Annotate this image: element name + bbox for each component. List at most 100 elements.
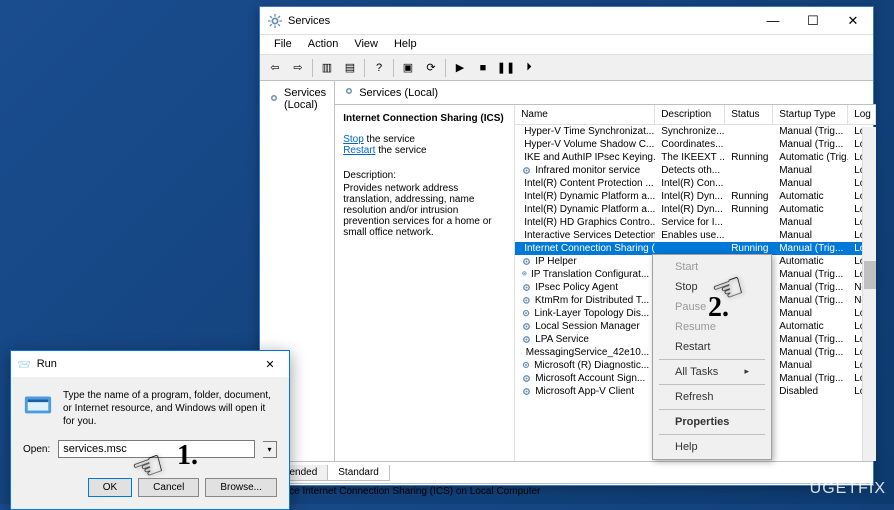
col-desc[interactable]: Description [655,105,725,124]
gear-icon [521,165,532,176]
minimize-button[interactable]: — [753,8,793,34]
col-log[interactable]: Log [848,105,876,124]
gear-icon [521,282,532,293]
forward-icon[interactable]: ⇨ [287,57,309,79]
service-name: IP Helper [535,256,577,267]
run-close-button[interactable]: ✕ [251,358,289,371]
col-status[interactable]: Status [725,105,773,124]
run-app-icon [23,389,53,419]
stop-icon[interactable]: ■ [472,57,494,79]
cm-resume[interactable]: Resume [655,317,769,337]
window-title: Services [288,15,753,27]
menubar: File Action View Help [260,35,873,55]
stop-link[interactable]: Stop [343,134,364,145]
service-status [725,216,773,229]
run-browse-button[interactable]: Browse... [205,478,277,497]
cm-properties[interactable]: Properties [655,412,769,432]
service-name: Interactive Services Detection [524,230,655,241]
cm-stop[interactable]: Stop [655,277,769,297]
export-icon[interactable]: ▤ [339,57,361,79]
play-icon[interactable]: ▶ [449,57,471,79]
gear-icon [521,386,532,397]
service-startup: Manual [773,307,848,320]
statusbar: service Internet Connection Sharing (ICS… [260,483,873,503]
titlebar[interactable]: Services — ☐ ✕ [260,7,873,35]
table-row[interactable]: Hyper-V Time Synchronizat...Synchronize.… [515,125,876,138]
run-input[interactable] [58,440,255,458]
table-row[interactable]: Interactive Services DetectionEnables us… [515,229,876,242]
desc-label: Description: [343,170,506,181]
service-startup: Manual (Trig... [773,242,848,255]
tab-standard[interactable]: Standard [327,465,390,481]
cm-start[interactable]: Start [655,257,769,277]
run-cancel-button[interactable]: Cancel [138,478,199,497]
table-row[interactable]: Hyper-V Volume Shadow C...Coordinates...… [515,138,876,151]
right-pane-header: Services (Local) [335,81,876,105]
service-startup: Manual [773,229,848,242]
refresh-icon[interactable]: ⟳ [420,57,442,79]
maximize-button[interactable]: ☐ [793,8,833,34]
help-icon[interactable]: ? [368,57,390,79]
table-row[interactable]: Infrared monitor serviceDetects oth...Ma… [515,164,876,177]
service-name: IKE and AuthIP IPsec Keying... [524,152,655,163]
service-startup: Manual (Trig... [773,268,848,281]
cm-refresh[interactable]: Refresh [655,387,769,407]
run-prompt: Type the name of a program, folder, docu… [63,389,277,428]
table-row[interactable]: Intel(R) Content Protection ...Intel(R) … [515,177,876,190]
gear-icon [343,85,355,100]
back-icon[interactable]: ⇦ [264,57,286,79]
menu-help[interactable]: Help [386,35,425,54]
service-status [725,164,773,177]
close-button[interactable]: ✕ [833,8,873,34]
tree-root-label: Services (Local) [284,87,326,111]
service-name: LPA Service [535,334,589,345]
service-desc: Service for I... [655,216,725,229]
run-open-label: Open: [23,444,50,455]
stop-suffix: the service [364,134,415,145]
table-row[interactable]: Intel(R) Dynamic Platform a...Intel(R) D… [515,203,876,216]
watermark: UGETFIX [810,480,886,498]
restart-icon[interactable]: ⏵ [518,57,540,79]
table-row[interactable]: Intel(R) HD Graphics Contro...Service fo… [515,216,876,229]
vertical-scrollbar[interactable] [862,127,876,461]
service-desc: Intel(R) Con... [655,177,725,190]
service-desc: Coordinates... [655,138,725,151]
service-name: MessagingService_42e10... [526,347,649,358]
service-startup: Manual [773,359,848,372]
cm-all-tasks[interactable]: All Tasks [655,362,769,382]
cm-pause[interactable]: Pause [655,297,769,317]
service-startup: Manual [773,164,848,177]
cm-help[interactable]: Help [655,437,769,457]
services-window: Services — ☐ ✕ File Action View Help ⇦ ⇨… [259,6,874,486]
gear-icon [521,308,531,319]
run-ok-button[interactable]: OK [88,478,132,497]
show-hide-icon[interactable]: ▥ [316,57,338,79]
col-startup[interactable]: Startup Type [773,105,848,124]
service-desc: Intel(R) Dyn... [655,203,725,216]
pause-icon[interactable]: ❚❚ [495,57,517,79]
run-dropdown-icon[interactable]: ▾ [263,441,277,458]
service-name: Microsoft App-V Client [535,386,634,397]
run-title: Run [37,358,57,370]
gear-icon [521,295,532,306]
restart-link[interactable]: Restart [343,145,375,156]
gear-icon [521,360,531,371]
service-status: Running [725,151,773,164]
table-row[interactable]: IKE and AuthIP IPsec Keying...The IKEEXT… [515,151,876,164]
table-row[interactable]: Intel(R) Dynamic Platform a...Intel(R) D… [515,190,876,203]
properties-icon[interactable]: ▣ [397,57,419,79]
cm-restart[interactable]: Restart [655,337,769,357]
service-name: Infrared monitor service [535,165,640,176]
menu-action[interactable]: Action [300,35,347,54]
menu-view[interactable]: View [346,35,386,54]
tree-root[interactable]: Services (Local) [264,85,330,113]
service-name: Microsoft (R) Diagnostic... [534,360,649,371]
col-name[interactable]: Name [515,105,655,124]
gear-icon [268,92,280,107]
service-status [725,125,773,138]
run-titlebar[interactable]: 📨 Run ✕ [11,351,289,377]
service-name: Internet Connection Sharing (ICS) [524,243,655,254]
menu-file[interactable]: File [266,35,300,54]
run-dialog: 📨 Run ✕ Type the name of a program, fold… [10,350,290,510]
services-icon [268,14,282,28]
